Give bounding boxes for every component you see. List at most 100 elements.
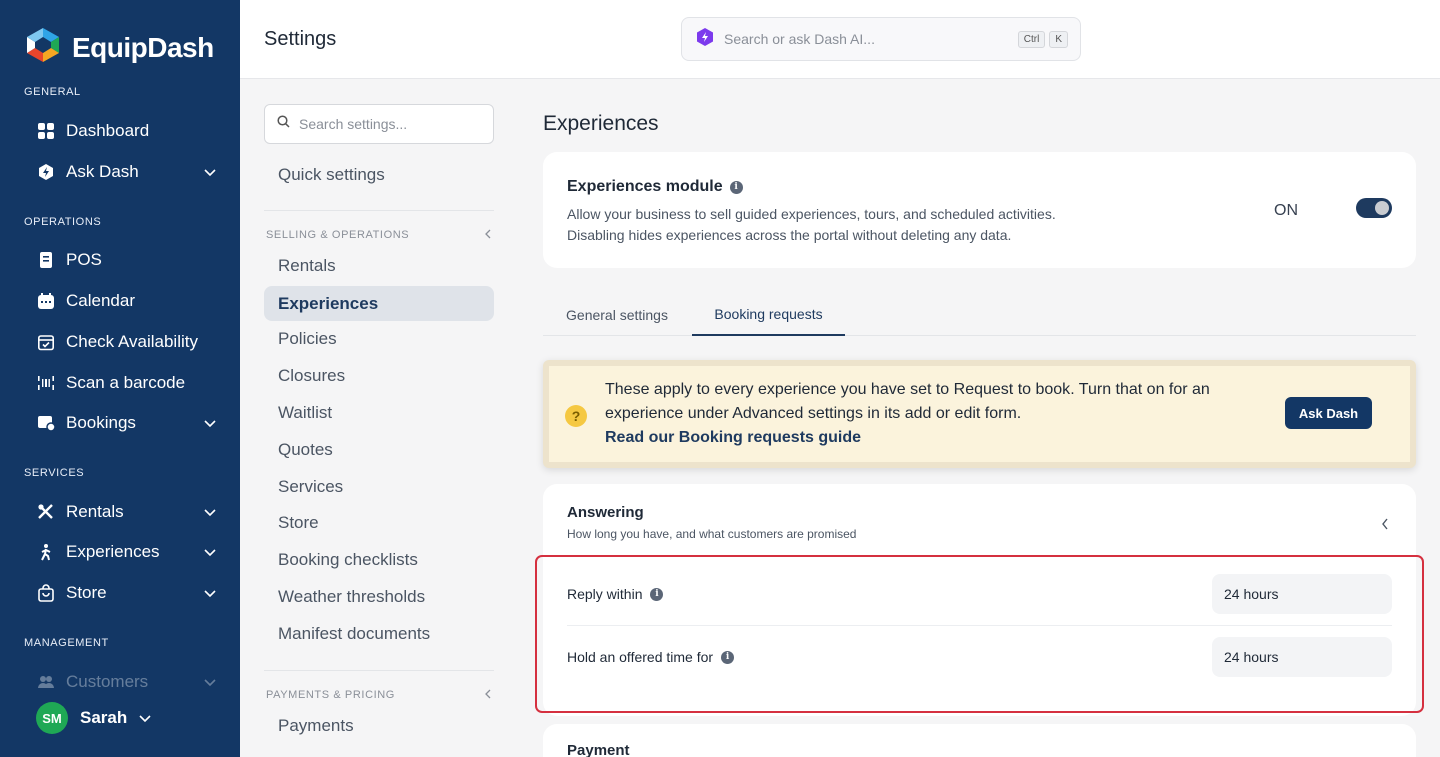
logo-icon	[24, 26, 62, 69]
sidebar-item-label: Scan a barcode	[66, 373, 186, 392]
section-management: MANAGEMENT	[24, 637, 109, 649]
module-toggle[interactable]	[1356, 198, 1392, 218]
global-search[interactable]: Search or ask Dash AI... Ctrl K	[681, 17, 1081, 61]
sidebar-item-label: Ask Dash	[66, 162, 139, 181]
settings-item-policies[interactable]: Policies	[264, 321, 494, 356]
module-state-label: ON	[1274, 202, 1298, 219]
hold-offered-time-select[interactable]: 24 hours	[1212, 637, 1392, 677]
app: EquipDash GENERAL Dashboard Ask Dash OPE…	[0, 0, 1440, 757]
notice-text: These apply to every experience you have…	[605, 378, 1265, 450]
settings-item-waitlist[interactable]: Waitlist	[264, 395, 494, 430]
chevron-left-icon	[484, 689, 492, 702]
sidebar-item-check-availability[interactable]: Check Availability	[36, 326, 216, 358]
user-name: Sarah	[80, 708, 128, 727]
grid-icon	[36, 121, 56, 141]
ai-shield-icon	[36, 162, 56, 182]
settings-item-quotes[interactable]: Quotes	[264, 432, 494, 467]
info-icon[interactable]: i	[650, 587, 664, 601]
chevron-down-icon	[204, 583, 216, 603]
module-description: Allow your business to sell guided exper…	[567, 204, 1056, 246]
settings-item-rentals[interactable]: Rentals	[264, 248, 494, 283]
notice-emphasis-advanced-settings: Advanced settings	[732, 405, 863, 422]
section-services: SERVICES	[24, 467, 85, 479]
sidebar-item-scan-barcode[interactable]: Scan a barcode	[36, 367, 216, 399]
settings-group-payments-pricing[interactable]: PAYMENTS & PRICING	[266, 689, 492, 702]
settings-item-booking-checklists[interactable]: Booking checklists	[264, 542, 494, 577]
settings-group-selling-operations[interactable]: SELLING & OPERATIONS	[266, 229, 492, 242]
settings-search-input[interactable]: Search settings...	[264, 104, 494, 144]
brand[interactable]: EquipDash	[24, 26, 214, 69]
settings-item-experiences[interactable]: Experiences	[264, 286, 494, 321]
tabs: General settings Booking requests	[543, 294, 1416, 336]
settings-item-manifest-documents[interactable]: Manifest documents	[264, 616, 494, 651]
module-title: Experiences module i	[567, 178, 743, 196]
user-menu[interactable]: SM Sarah	[36, 702, 151, 734]
payment-card[interactable]: Payment	[543, 724, 1416, 757]
sidebar-item-dashboard[interactable]: Dashboard	[36, 115, 216, 147]
chevron-down-icon	[204, 672, 216, 692]
shortcut-key-ctrl: Ctrl	[1017, 30, 1046, 48]
divider	[264, 670, 494, 671]
sidebar-item-rentals[interactable]: Rentals	[36, 496, 216, 528]
reply-within-label-text: Reply within	[567, 586, 643, 602]
collapse-chevron-icon[interactable]	[1381, 517, 1389, 535]
sidebar-item-label: Customers	[66, 672, 149, 691]
settings-nav: Search settings... Quick settings SELLIN…	[240, 80, 519, 757]
sidebar: EquipDash GENERAL Dashboard Ask Dash OPE…	[0, 0, 240, 757]
module-description-line: Disabling hides experiences across the p…	[567, 227, 1012, 243]
info-icon[interactable]: i	[721, 650, 735, 664]
settings-item-store[interactable]: Store	[264, 505, 494, 540]
sidebar-item-customers[interactable]: Customers	[36, 666, 216, 698]
settings-search-placeholder: Search settings...	[299, 116, 408, 132]
users-icon	[36, 672, 56, 692]
settings-item-payments[interactable]: Payments	[264, 708, 494, 743]
hold-offered-time-label-text: Hold an offered time for	[567, 649, 714, 665]
sidebar-item-calendar[interactable]: Calendar	[36, 285, 216, 317]
module-title-text: Experiences module	[567, 178, 723, 195]
settings-item-services[interactable]: Services	[264, 469, 494, 504]
notice-text-part: in its add or edit form.	[862, 405, 1022, 422]
chevron-down-icon	[204, 413, 216, 433]
settings-item-weather-thresholds[interactable]: Weather thresholds	[264, 579, 494, 614]
settings-item-quick-settings[interactable]: Quick settings	[264, 157, 494, 192]
ask-dash-button[interactable]: Ask Dash	[1285, 397, 1372, 429]
settings-group-label: SELLING & OPERATIONS	[266, 229, 410, 241]
sidebar-item-label: Store	[66, 583, 107, 602]
calendar-check-icon	[36, 332, 56, 352]
booking-requests-guide-link[interactable]: Read our Booking requests guide	[605, 429, 861, 446]
payment-title: Payment	[567, 742, 630, 757]
settings-item-closures[interactable]: Closures	[264, 358, 494, 393]
divider	[264, 210, 494, 211]
toggle-knob	[1375, 201, 1389, 215]
notice-text-part: These apply to every experience you have…	[605, 381, 954, 398]
sidebar-item-store[interactable]: Store	[36, 577, 216, 609]
settings-group-label: PAYMENTS & PRICING	[266, 689, 395, 701]
reply-within-select[interactable]: 24 hours	[1212, 574, 1392, 614]
tab-general-settings[interactable]: General settings	[543, 294, 691, 336]
module-description-line: Allow your business to sell guided exper…	[567, 206, 1056, 222]
tab-booking-requests[interactable]: Booking requests	[692, 294, 845, 336]
shortcut-key-k: K	[1049, 30, 1068, 48]
barcode-icon	[36, 373, 56, 393]
sidebar-item-experiences[interactable]: Experiences	[36, 536, 216, 568]
chevron-down-icon	[204, 502, 216, 522]
sidebar-item-label: POS	[66, 250, 102, 269]
divider	[567, 625, 1392, 626]
calendar-icon	[36, 291, 56, 311]
sidebar-item-pos[interactable]: POS	[36, 244, 216, 276]
sidebar-item-bookings[interactable]: Bookings	[36, 407, 216, 439]
answering-title: Answering	[567, 504, 644, 521]
global-search-placeholder: Search or ask Dash AI...	[724, 31, 875, 47]
shopping-bag-icon	[36, 583, 56, 603]
notice-emphasis-request-to-book: Request to book	[953, 381, 1071, 398]
sidebar-item-label: Experiences	[66, 542, 160, 561]
top-bar: Settings Search or ask Dash AI... Ctrl K	[240, 0, 1440, 79]
person-hiking-icon	[36, 542, 56, 562]
info-notice: ? These apply to every experience you ha…	[543, 360, 1416, 468]
section-heading: Experiences	[543, 112, 659, 135]
sidebar-item-label: Check Availability	[66, 332, 198, 351]
sidebar-item-ask-dash[interactable]: Ask Dash	[36, 156, 216, 188]
question-icon: ?	[565, 405, 587, 427]
info-icon[interactable]: i	[729, 180, 743, 194]
main-content: Experiences Experiences module i Allow y…	[519, 80, 1440, 757]
